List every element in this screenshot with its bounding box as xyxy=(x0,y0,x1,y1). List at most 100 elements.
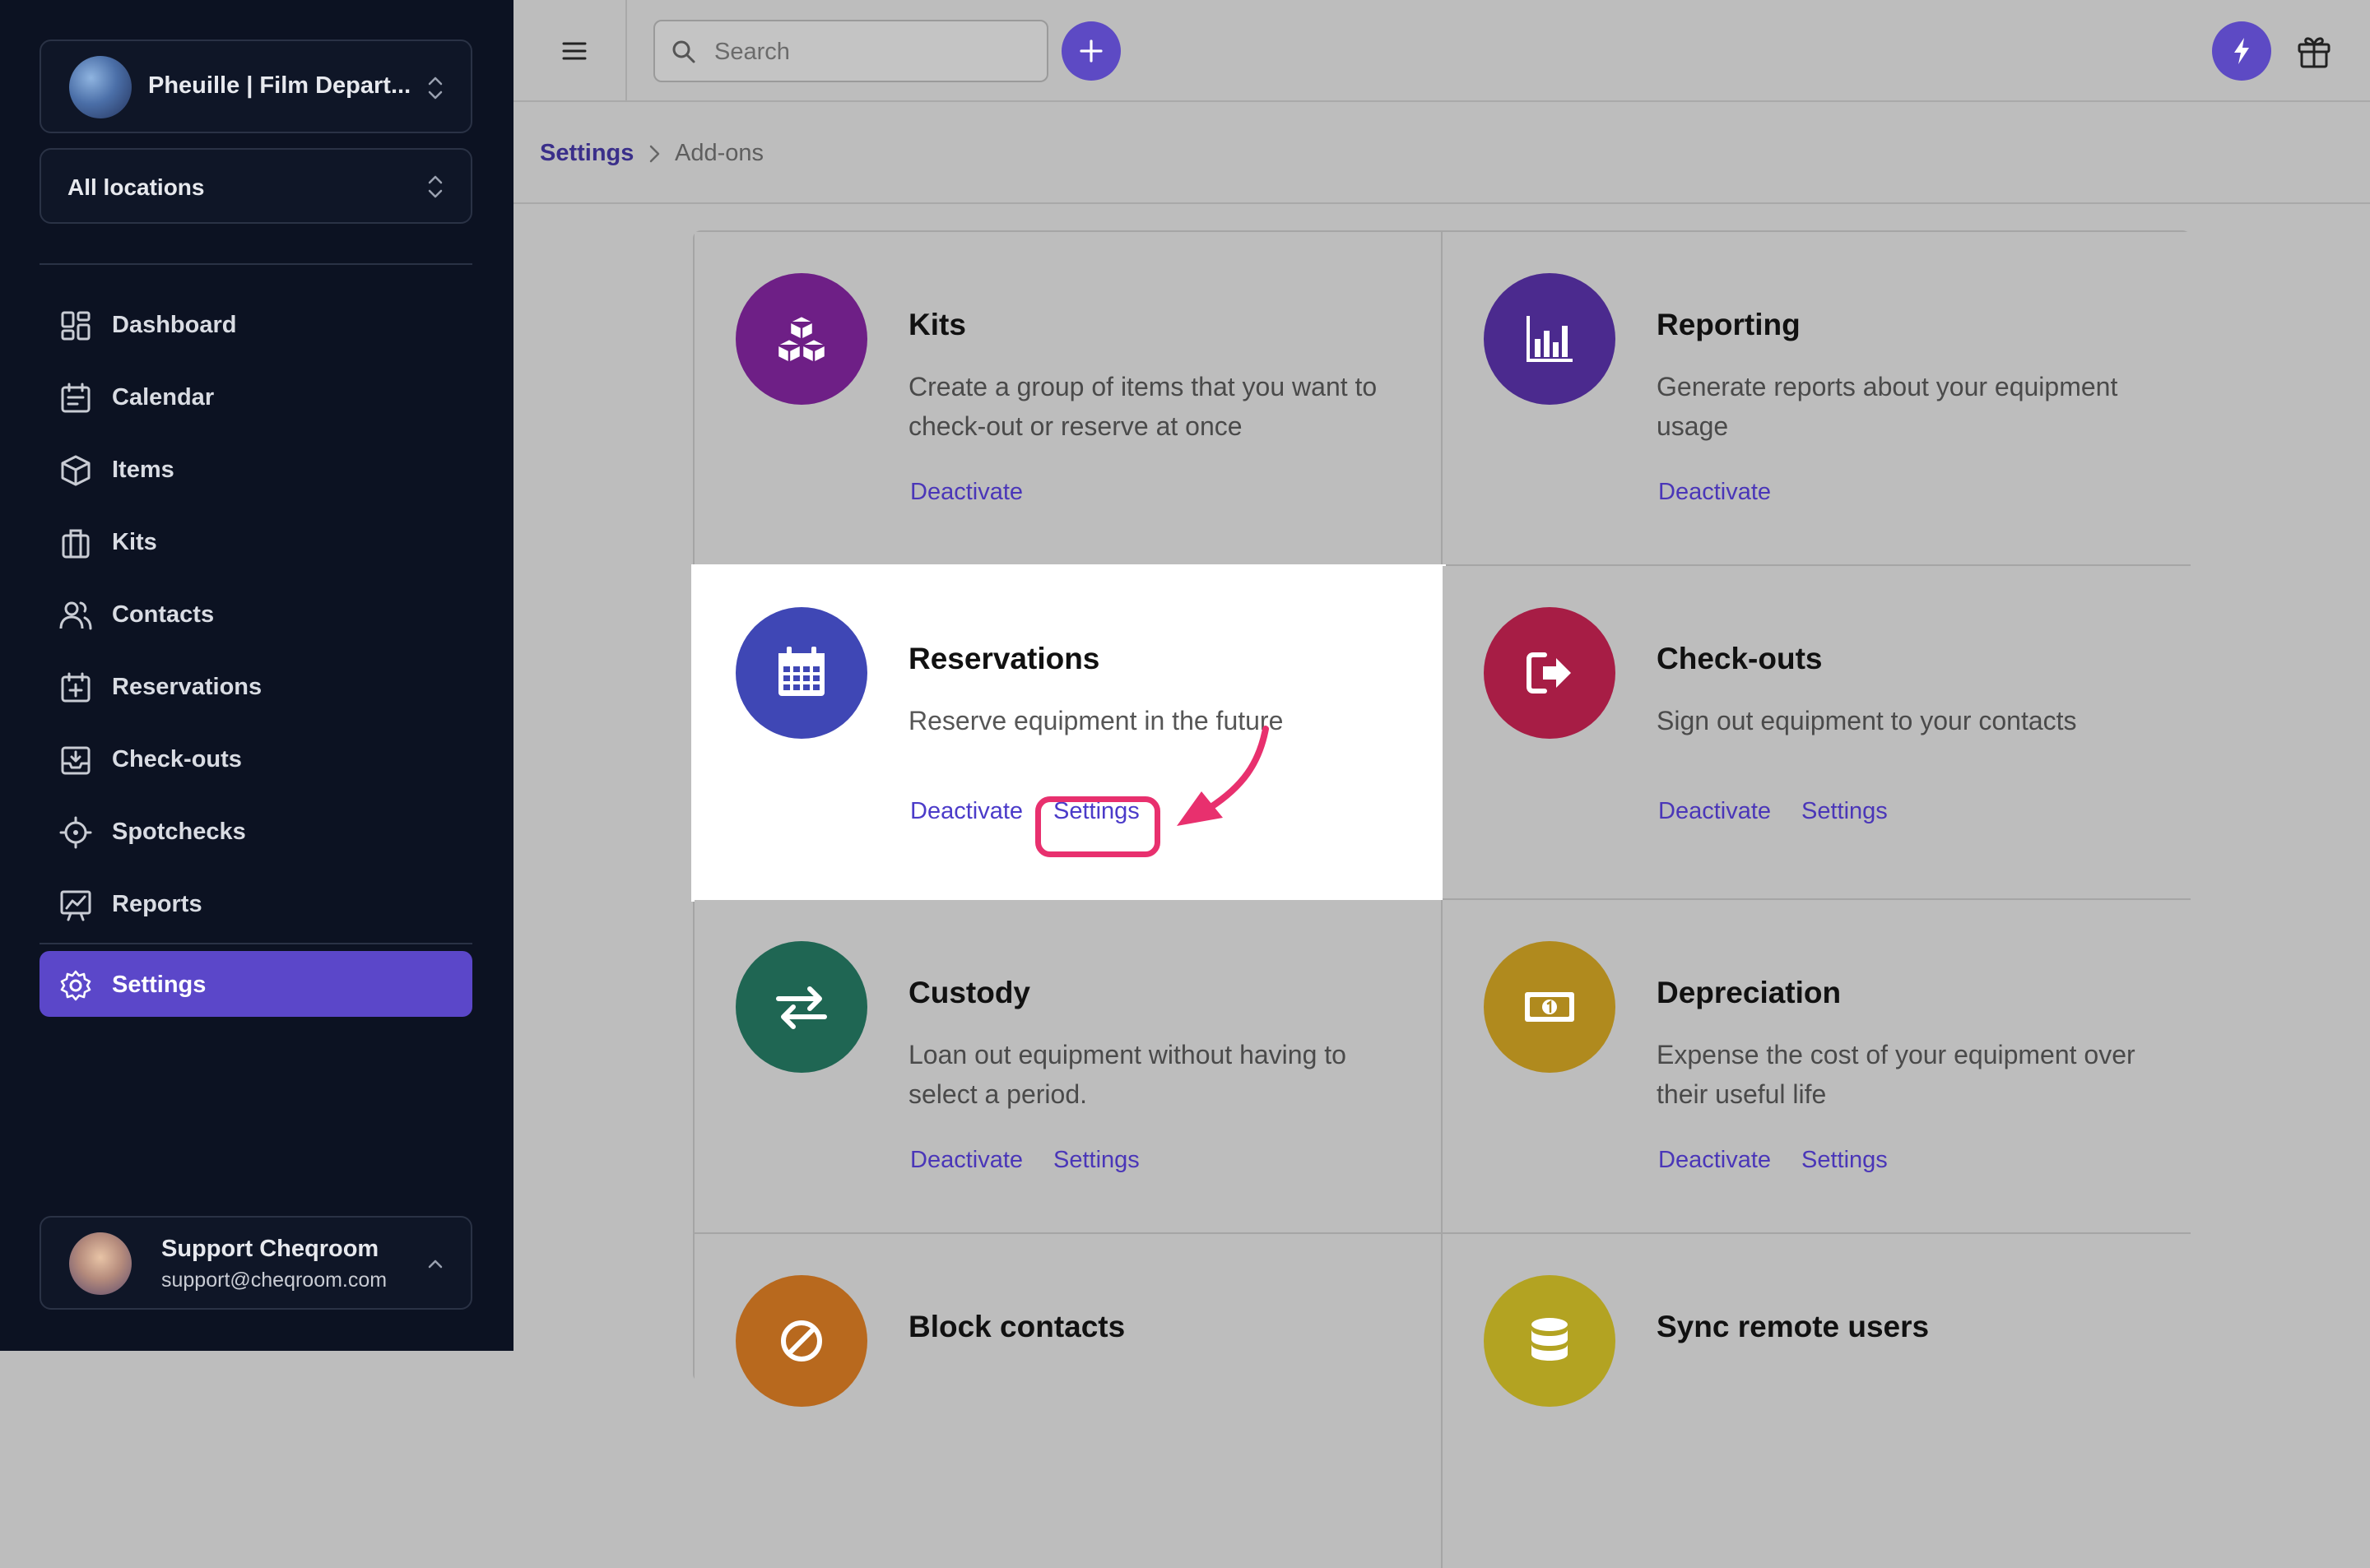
addon-title: Custody xyxy=(908,976,1030,1009)
topbar-divider xyxy=(625,0,627,102)
users-icon xyxy=(59,601,92,630)
sidebar-item-label: Check-outs xyxy=(112,746,242,772)
addon-icon-circle xyxy=(1484,607,1615,739)
sidebar-item-contacts[interactable]: Contacts xyxy=(40,581,472,647)
user-name: Support Cheqroom xyxy=(161,1236,379,1262)
deactivate-link[interactable]: Deactivate xyxy=(910,1147,1023,1174)
addon-icon-circle xyxy=(1484,273,1615,405)
sidebar-divider xyxy=(40,943,472,944)
deactivate-link[interactable]: Deactivate xyxy=(1658,798,1771,825)
breadcrumb-current: Add-ons xyxy=(675,140,764,166)
addon-icon-circle xyxy=(736,607,867,739)
sidebar-item-kits[interactable]: Kits xyxy=(40,508,472,574)
lightning-icon xyxy=(2234,38,2249,64)
sidebar-item-settings[interactable]: Settings xyxy=(40,951,472,1017)
menu-icon[interactable] xyxy=(560,36,589,66)
bar-chart-icon xyxy=(1527,316,1573,362)
addon-title: Check-outs xyxy=(1657,642,1823,675)
addon-icon-circle xyxy=(1484,941,1615,1073)
sidebar-item-label: Dashboard xyxy=(112,312,237,338)
sidebar-item-label: Reports xyxy=(112,891,202,917)
briefcase-icon xyxy=(62,529,90,559)
gear-icon xyxy=(60,970,91,1001)
block-icon xyxy=(781,1320,822,1362)
sidebar-item-items[interactable]: Items xyxy=(40,436,472,502)
addon-icon-circle xyxy=(736,273,867,405)
cubes-icon xyxy=(776,314,827,364)
deactivate-link[interactable]: Deactivate xyxy=(910,798,1023,825)
workspace-selector[interactable]: Pheuille | Film Depart... xyxy=(40,39,472,133)
settings-link[interactable]: Settings xyxy=(1801,1147,1888,1174)
sidebar-item-label: Spotchecks xyxy=(112,819,246,845)
addon-icon-circle xyxy=(736,1275,867,1407)
location-selector[interactable]: All locations xyxy=(40,148,472,224)
addon-title: Reservations xyxy=(908,642,1100,675)
tray-download-icon xyxy=(61,746,91,775)
sign-out-icon xyxy=(1527,652,1571,694)
user-email: support@cheqroom.com xyxy=(161,1269,388,1292)
sidebar-item-label: Reservations xyxy=(112,674,263,700)
chevron-updown-icon xyxy=(428,77,443,100)
location-label: All locations xyxy=(67,174,205,200)
sidebar-item-label: Kits xyxy=(112,529,157,555)
gift-icon[interactable] xyxy=(2294,31,2334,71)
calendar-grid-icon xyxy=(778,647,825,696)
breadcrumb-settings-link[interactable]: Settings xyxy=(540,140,634,167)
addon-title: Depreciation xyxy=(1657,976,1842,1009)
addon-description: Reserve equipment in the future xyxy=(908,706,1284,735)
dashboard-icon xyxy=(61,311,91,341)
sidebar-item-label: Items xyxy=(112,457,174,483)
sidebar-item-spotchecks[interactable]: Spotchecks xyxy=(40,798,472,864)
chevron-right-icon xyxy=(649,145,660,163)
highlight-box xyxy=(1035,796,1160,857)
addon-card-custody: Custody Loan out equipment without havin… xyxy=(695,900,1443,1234)
addon-card-reporting: Reporting Generate reports about your eq… xyxy=(1443,232,2191,566)
sidebar-item-dashboard[interactable]: Dashboard xyxy=(40,291,472,357)
workspace-name: Pheuille | Film Depart... xyxy=(148,72,411,99)
calendar-plus-icon xyxy=(61,672,91,703)
addon-title: Kits xyxy=(908,308,966,341)
search-icon xyxy=(672,40,695,63)
addon-card-sync-remote-users: Sync remote users xyxy=(1443,1234,2191,1568)
user-menu[interactable]: Support Cheqroom support@cheqroom.com xyxy=(40,1216,472,1310)
sidebar-item-reservations[interactable]: Reservations xyxy=(40,653,472,719)
deactivate-link[interactable]: Deactivate xyxy=(1658,479,1771,506)
settings-link[interactable]: Settings xyxy=(1053,1147,1140,1174)
addon-title: Block contacts xyxy=(908,1310,1126,1343)
search-input[interactable] xyxy=(713,31,1029,72)
addon-icon-circle xyxy=(736,941,867,1073)
addon-card-kits: Kits Create a group of items that you wa… xyxy=(695,232,1443,566)
settings-link[interactable]: Settings xyxy=(1801,798,1888,825)
sidebar-item-reports[interactable]: Reports xyxy=(40,870,472,936)
plus-icon xyxy=(1080,39,1103,63)
addon-description: Create a group of items that you want to… xyxy=(908,372,1378,441)
crosshair-icon xyxy=(59,816,92,849)
calendar-icon xyxy=(61,383,91,413)
top-bar xyxy=(514,0,2370,102)
banknote-icon xyxy=(1525,992,1574,1022)
sidebar-item-calendar[interactable]: Calendar xyxy=(40,364,472,429)
sidebar-divider xyxy=(40,263,472,265)
addon-card-block-contacts: Block contacts xyxy=(695,1234,1443,1568)
workspace-avatar xyxy=(69,56,132,118)
addon-description: Generate reports about your equipment us… xyxy=(1657,372,2118,441)
add-button[interactable] xyxy=(1062,21,1121,81)
addon-title: Reporting xyxy=(1657,308,1801,341)
addon-description: Sign out equipment to your contacts xyxy=(1657,706,2077,735)
addons-grid: Kits Create a group of items that you wa… xyxy=(693,230,2191,1568)
addon-card-check-outs: Check-outs Sign out equipment to your co… xyxy=(1443,566,2191,900)
breadcrumb: Settings Add-ons xyxy=(514,102,2370,204)
database-icon xyxy=(1531,1318,1568,1361)
sidebar: Pheuille | Film Depart... All locations … xyxy=(0,0,514,1351)
deactivate-link[interactable]: Deactivate xyxy=(1658,1147,1771,1174)
quick-actions-button[interactable] xyxy=(2212,21,2271,81)
sidebar-item-label: Settings xyxy=(112,972,207,998)
addon-description: Expense the cost of your equipment over … xyxy=(1657,1040,2135,1109)
sidebar-item-check-outs[interactable]: Check-outs xyxy=(40,726,472,791)
box-icon xyxy=(61,455,91,486)
search-box[interactable] xyxy=(653,20,1048,82)
presentation-chart-icon xyxy=(60,890,91,921)
deactivate-link[interactable]: Deactivate xyxy=(910,479,1023,506)
chevron-up-icon xyxy=(428,1260,443,1269)
avatar xyxy=(69,1232,132,1295)
